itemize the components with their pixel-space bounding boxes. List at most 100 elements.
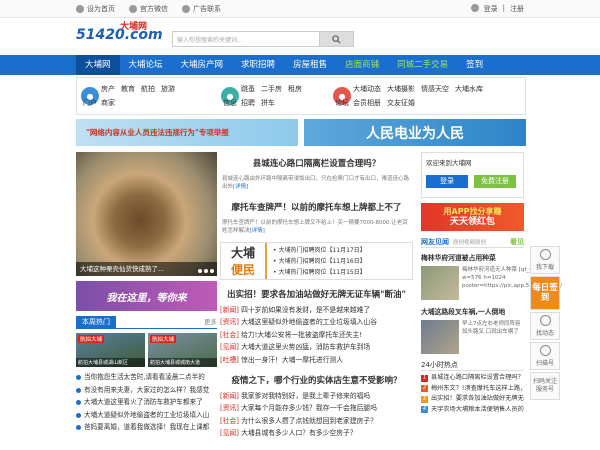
app-ad-banner[interactable]: 用APP找分享赚 天天领红包: [421, 203, 524, 231]
set-home-link[interactable]: 设为首页: [76, 4, 115, 14]
detail-link[interactable]: [详情]: [250, 228, 265, 234]
item2-title[interactable]: 大埔这路段叉车祸,一人倒地: [421, 306, 524, 316]
news-item[interactable]: [社会] 为什么很多人攒了点钱就想回到老家建房子？: [220, 415, 413, 427]
left-column: 大埔这种栗壳仙货快成熟了... 我在这里，等你来 本周热门 更多 航拍大埔 航拍…: [76, 152, 217, 434]
login-link[interactable]: 登录: [484, 4, 498, 14]
jobs-logo: 大埔 便民: [221, 243, 267, 279]
netizen-header: 网友见闻 原创视频原创 看见: [421, 236, 524, 248]
item-card[interactable]: 梅林华府河道无人种菜 [qf_video w=576 h=1024 poster…: [421, 266, 562, 300]
register-button[interactable]: 免费注册: [474, 175, 516, 188]
rank-badge: 1: [421, 374, 428, 382]
news-item[interactable]: [社会] 给力!大埔公安将一批被盗摩托车还失主!: [220, 329, 413, 341]
side-download[interactable]: 我下载: [530, 246, 560, 274]
home-icon: [76, 5, 84, 13]
hot-list: 当你抱怨生活太苦时,请看看凌晨二点半的 有没有用来夫妻，大家过的怎么样？我感觉 …: [76, 371, 217, 434]
login-button[interactable]: 登录: [426, 175, 468, 188]
carousel-dots[interactable]: [198, 269, 214, 273]
site-logo[interactable]: 51420.com 大埔网: [76, 22, 163, 43]
link-photo[interactable]: 大埔摄影: [387, 84, 415, 94]
item-title[interactable]: 梅林华府河道被占用种菜: [421, 252, 524, 262]
hot-item[interactable]: 1 县城连心路口隔离栏设置合理吗？: [421, 373, 524, 384]
link-dating[interactable]: 交友征婚: [387, 98, 415, 108]
job-item[interactable]: • 大埔热门招聘岗位【11月17日】: [273, 245, 366, 256]
summary-2: 摩托车查牌严！以前的摩托车想上牌又不给上！买一辆要7000-8000.让老百姓怎…: [222, 220, 408, 234]
link-house[interactable]: 房产: [101, 84, 115, 94]
link-reservoir[interactable]: 大埔水库: [455, 84, 483, 94]
hot-item[interactable]: 4 天宇农场大埔粮本活便销售人员的通: [421, 405, 524, 416]
news-item[interactable]: [资讯] 大埔这里疑似外地偷盗者的工业垃圾填入山谷: [220, 316, 413, 328]
link-flea[interactable]: 跳蚤: [241, 84, 255, 94]
ad-icon: [182, 5, 190, 13]
link-secondhand-house[interactable]: 二手房: [261, 84, 282, 94]
ad-banner-left[interactable]: 我在这里，等你来: [76, 281, 217, 311]
summary-1: 县城连心路由外环路中隔离带浸饭出口，只在检察门口才有出口，难道连心路出外[详情]: [222, 176, 410, 190]
featured-photo[interactable]: 大埔这种栗壳仙货快成熟了...: [76, 152, 217, 276]
news-item[interactable]: [新闻] 我家爹对我特别好，是我上辈子修来的福吗: [220, 390, 413, 402]
banner-report[interactable]: "网络内容从业人员违法违规行为"专项举报: [76, 119, 298, 146]
link-travel[interactable]: 旅游: [161, 84, 175, 94]
sub-nav: ● 门户 房产 教育 航拍 旅游 商家 ● 信息 跳蚤 二手房 租房 招聘 拼车…: [76, 77, 526, 115]
banner-power[interactable]: 人民电业为人民: [304, 119, 526, 146]
job-item[interactable]: • 大埔热门招聘岗位【11月16日】: [273, 256, 366, 267]
side-follow[interactable]: 扫码关注 服务号: [530, 372, 560, 400]
search-box: 输入你想搜索的关键词...: [172, 31, 354, 47]
nav-forum[interactable]: 大埔论坛: [120, 55, 172, 75]
nav-jobs[interactable]: 求职招聘: [232, 55, 284, 75]
list-item[interactable]: 大埔大道疑似外地偷盗者的工业垃圾填入山: [76, 409, 217, 422]
news-item[interactable]: [见闻] 大埔大道这里火势凶猛，消防车救护车到场: [220, 341, 413, 353]
search-input[interactable]: 输入你想搜索的关键词...: [173, 32, 319, 46]
middle-column: 县城连心路口隔离栏设置合理吗？ 县城连心路由外环路中隔离带浸饭出口，只在检察门口…: [220, 152, 413, 440]
nav-checkin[interactable]: 签到: [457, 55, 492, 75]
link-carpool[interactable]: 拼车: [261, 98, 282, 108]
user-icon: [470, 4, 479, 12]
item2-card[interactable]: 早上7点左右老师同阵容如头路叉 口就出车祸了: [421, 320, 524, 354]
link-album[interactable]: 会员相册: [353, 98, 381, 108]
hot-item[interactable]: 2 梅州东文？!须查摩托车这样上路，有: [421, 384, 524, 395]
headline-4[interactable]: 疫情之下，哪个行业的实体店生意不受影响？: [220, 374, 413, 386]
link-recruit[interactable]: 招聘: [241, 98, 255, 108]
nav-rent[interactable]: 房屋租售: [284, 55, 336, 75]
news-item[interactable]: [资讯] 大家每个月能存多少钱？我存一千会拖后腿吗: [220, 402, 413, 414]
list-item[interactable]: 爸妈要离婚，道着我做选择！我现在上课都: [76, 421, 217, 434]
wechat-link[interactable]: 官方微信: [129, 4, 168, 14]
side-scan[interactable]: 扫描号: [530, 342, 560, 370]
register-link[interactable]: 注册: [510, 4, 524, 14]
nav-house[interactable]: 大埔房产网: [172, 55, 233, 75]
main-nav: 大埔网 大埔论坛 大埔房产网 求职招聘 房屋租售 店面商铺 同城二手交易 签到: [0, 55, 600, 75]
link-emotion[interactable]: 情感天空: [421, 84, 449, 94]
ad-contact-link[interactable]: 广告联系: [182, 4, 221, 14]
headline-1[interactable]: 县城连心路口隔离栏设置合理吗？: [220, 157, 413, 169]
headline-3[interactable]: 出实招！要求各加油站做好无牌无证车辆"断油": [220, 288, 413, 300]
headline-2[interactable]: 摩托车查牌严！以前的摩托车想上牌都上不了: [220, 201, 413, 213]
search-button[interactable]: [319, 32, 353, 46]
link-rent[interactable]: 租房: [288, 84, 302, 94]
thumb-aerial-1[interactable]: 航拍大埔 航拍大埔县城湖山新区: [76, 333, 145, 367]
news-item[interactable]: [吐槽] 惊出一身汗！大埔一摩托进行测人: [220, 354, 413, 366]
job-item[interactable]: • 大埔热门招聘岗位【11月15日】: [273, 267, 366, 278]
hot24-list: 1 县城连心路口隔离栏设置合理吗？ 2 梅州东文？!须查摩托车这样上路，有 3 出实招…: [421, 373, 524, 415]
thumb-row: 航拍大埔 航拍大埔县城湖山新区 航拍大埔 航拍大埔县城城南大道: [76, 333, 217, 367]
link-merchant[interactable]: 商家: [101, 98, 115, 108]
hot-item[interactable]: 3出实招！要求各加油站做好无牌无证车: [421, 394, 524, 405]
photo-caption: 大埔这种栗壳仙货快成熟了...: [76, 262, 217, 276]
link-aerial[interactable]: 航拍: [141, 84, 155, 94]
thumb-aerial-2[interactable]: 航拍大埔 航拍大埔县城城南大道: [148, 333, 217, 367]
news-item[interactable]: [见闻] 大埔县城有多少人口？有多少空房子？: [220, 427, 413, 439]
list-item[interactable]: 当你抱怨生活太苦时,请看看凌晨二点半的: [76, 371, 217, 384]
news-item[interactable]: [新闻] 四十岁前如果没有发财，是不是越来越难了: [220, 304, 413, 316]
side-checkin[interactable]: 每日签到: [530, 276, 560, 310]
list-item[interactable]: 大埔大道这里看火了消防车救护车都来了: [76, 396, 217, 409]
nav-shops[interactable]: 店面商铺: [336, 55, 388, 75]
nav-home[interactable]: 大埔网: [76, 55, 120, 75]
more-link[interactable]: 更多: [204, 316, 217, 328]
nav-secondhand[interactable]: 同城二手交易: [388, 55, 457, 75]
link-edu[interactable]: 教育: [121, 84, 135, 94]
welcome-box: 欢迎来到大埔网 登录 免费注册: [421, 152, 524, 198]
weekly-hot-header: 本周热门 更多: [76, 316, 217, 329]
link-dabu-news[interactable]: 大埔动态: [353, 84, 381, 94]
detail-link[interactable]: [详情]: [233, 184, 248, 190]
side-find[interactable]: 找动态: [530, 312, 560, 340]
news-list-1: [新闻] 四十岁前如果没有发财，是不是越来越难了 [资讯] 大埔这里疑似外地偷盗…: [220, 304, 413, 366]
list-item[interactable]: 有没有用来夫妻，大家过的怎么样？我感觉: [76, 384, 217, 397]
news-list-2: [新闻] 我家爹对我特别好，是我上辈子修来的福吗 [资讯] 大家每个月能存多少钱…: [220, 390, 413, 440]
